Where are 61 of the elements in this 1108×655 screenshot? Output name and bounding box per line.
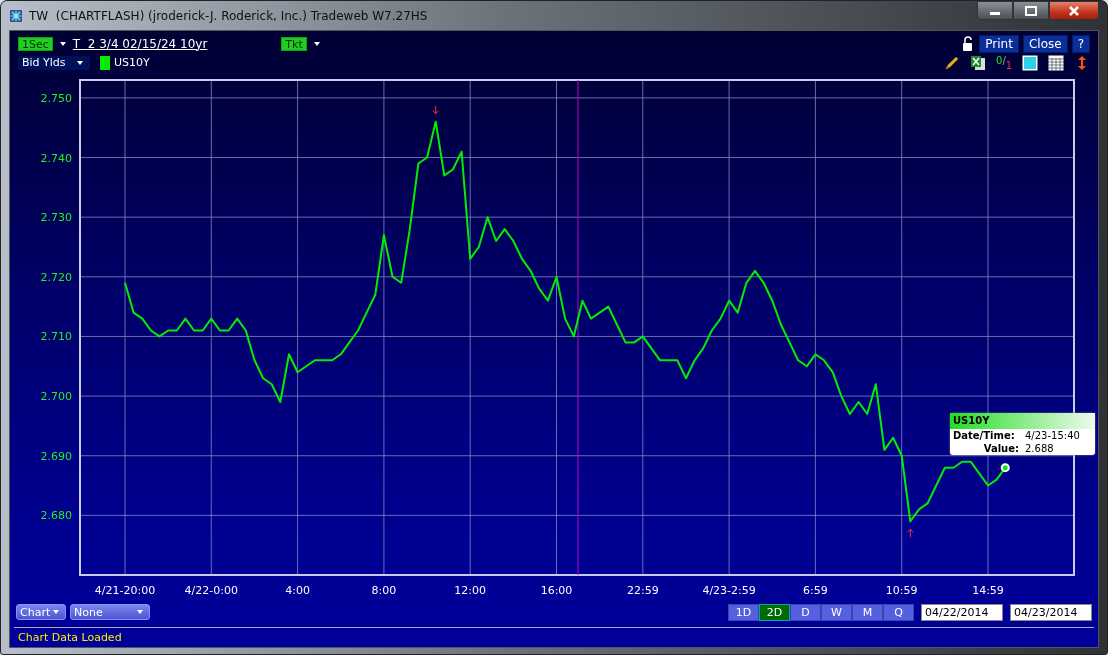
- x-axis-label: 4/21-20:00: [94, 584, 156, 597]
- y-axis-label: 2.710: [40, 330, 72, 344]
- close-icon: [1068, 5, 1080, 16]
- close-button[interactable]: [1049, 1, 1099, 20]
- period-button[interactable]: 2D: [759, 603, 790, 621]
- help-button[interactable]: ?: [1071, 34, 1090, 53]
- tooltip-title: US10Y: [950, 413, 1095, 429]
- y-axis-label: 2.740: [40, 151, 72, 165]
- caret-icon[interactable]: [313, 41, 320, 46]
- x-axis-label: 22:59: [626, 584, 659, 597]
- y-axis-label: 2.700: [40, 390, 72, 404]
- caret-icon[interactable]: [59, 41, 66, 46]
- pencil-icon[interactable]: [944, 54, 960, 71]
- x-axis-label: 10:59: [885, 584, 918, 597]
- app-icon: [9, 8, 23, 23]
- close-chart-button[interactable]: Close: [1022, 34, 1068, 53]
- status-message: Chart Data Loaded: [17, 630, 123, 646]
- x-axis-label: 4:00: [285, 584, 310, 597]
- period-button[interactable]: W: [821, 603, 852, 621]
- period-button[interactable]: 1D: [728, 603, 759, 621]
- ticket-button[interactable]: Tkt: [281, 36, 307, 51]
- instrument-link[interactable]: T 2 3/4 02/15/24 10yr: [72, 36, 208, 51]
- tooltip-value: 2.688: [1025, 443, 1055, 454]
- y-axis-label: 2.750: [40, 91, 72, 105]
- y-axis-label: 2.690: [40, 449, 72, 463]
- y-axis-label: 2.680: [40, 509, 72, 523]
- maximize-button[interactable]: [1013, 1, 1049, 20]
- y-axis-label: 2.720: [40, 270, 72, 284]
- legend-swatch: [100, 55, 110, 70]
- high-arrow-icon: [432, 105, 440, 115]
- start-date-field[interactable]: 04/22/2014: [921, 603, 1003, 621]
- low-arrow-icon: [906, 528, 914, 538]
- color-swatch-icon[interactable]: [1022, 54, 1038, 71]
- fraction-icon[interactable]: 0/1: [996, 54, 1012, 71]
- window-title: TW (CHARTFLASH) (jroderick-J. Roderick, Inc.) Tradeweb W7.27HS: [29, 8, 428, 23]
- period-button[interactable]: Q: [883, 603, 914, 621]
- print-button[interactable]: Print: [979, 34, 1019, 53]
- tooltip-value: 4/23-15:40: [1025, 430, 1081, 441]
- x-axis-label: 6:59: [803, 584, 828, 597]
- grid-icon[interactable]: [1048, 54, 1064, 71]
- x-axis-label: 16:00: [540, 584, 573, 597]
- x-axis-label: 8:00: [371, 584, 397, 597]
- tooltip-label: Value:: [982, 443, 1019, 454]
- period-button[interactable]: D: [790, 603, 821, 621]
- maximize-icon: [1025, 5, 1037, 16]
- measure-dropdown[interactable]: Bid Ylds: [18, 55, 90, 70]
- period-button[interactable]: M: [852, 603, 883, 621]
- interval-button[interactable]: 1Sec: [18, 36, 53, 51]
- spreadsheet-icon[interactable]: [970, 54, 986, 71]
- tooltip-label: Date/Time:: [953, 430, 1016, 441]
- x-axis-label: 12:00: [454, 584, 487, 597]
- end-date-field[interactable]: 04/23/2014: [1010, 603, 1092, 621]
- x-axis-label: 14:59: [972, 584, 1004, 597]
- x-axis-label: 4/22-0:00: [184, 584, 238, 597]
- data-point-marker: [1000, 463, 1010, 473]
- minimize-button[interactable]: [977, 1, 1013, 20]
- x-axis-label: 4/23-2:59: [702, 584, 756, 597]
- y-axis-label: 2.730: [40, 211, 72, 225]
- legend-label: US10Y: [114, 56, 150, 69]
- chart-type-dropdown[interactable]: Chart: [16, 604, 66, 620]
- overlay-dropdown[interactable]: None: [70, 604, 150, 620]
